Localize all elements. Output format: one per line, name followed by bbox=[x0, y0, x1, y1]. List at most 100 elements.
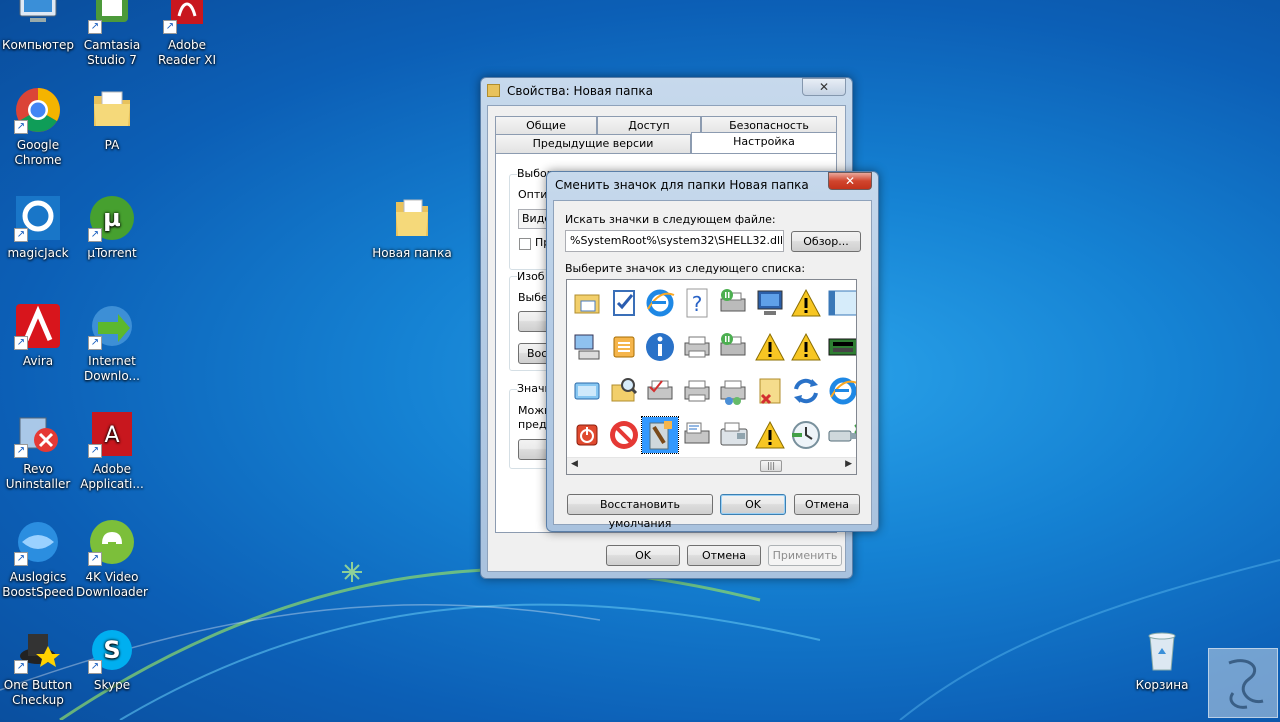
desktop-icon-recycle-bin[interactable]: Корзина bbox=[1124, 626, 1200, 693]
shortcut-arrow-icon: ↗ bbox=[14, 660, 28, 674]
window-icon[interactable] bbox=[825, 285, 856, 321]
tab-general[interactable]: Общие bbox=[495, 116, 597, 135]
desktop-icon-revo[interactable]: ↗ Revo Uninstaller bbox=[0, 410, 76, 492]
usb-icon[interactable] bbox=[825, 417, 856, 453]
desktop-icon-label: Adobe Applicati... bbox=[80, 462, 144, 491]
svg-text:µ: µ bbox=[103, 204, 121, 232]
scroll-left-arrow-icon[interactable]: ◀ bbox=[571, 459, 578, 469]
calendar-folder-icon[interactable] bbox=[569, 285, 605, 321]
change-icon-cancel-button[interactable]: Отмена bbox=[794, 494, 860, 515]
properties-cancel-button[interactable]: Отмена bbox=[687, 545, 761, 566]
properties-title: Свойства: Новая папка bbox=[507, 84, 653, 98]
desktop-icon-label: Adobe Reader XI bbox=[157, 38, 217, 67]
desktop-icon-idm[interactable]: ↗ Internet Downlo... bbox=[74, 302, 150, 384]
printer-icon[interactable] bbox=[679, 373, 715, 409]
warning-icon[interactable] bbox=[788, 285, 824, 321]
change-icon-titlebar[interactable]: Сменить значок для папки Новая папка ✕ bbox=[547, 172, 878, 198]
desktop-icon-pa[interactable]: PA bbox=[74, 86, 150, 153]
properties-ok-button[interactable]: OK bbox=[606, 545, 680, 566]
desktop-icon-adobe-reader[interactable]: ↗ Adobe Reader XI bbox=[149, 0, 225, 68]
internet-explorer-icon[interactable] bbox=[825, 373, 856, 409]
file-path-field[interactable]: %SystemRoot%\system32\SHELL32.dll bbox=[565, 230, 784, 252]
svg-text:A: A bbox=[104, 423, 119, 448]
desktop-icon-label: Skype bbox=[93, 678, 131, 692]
desktop-icon-label: Google Chrome bbox=[14, 138, 62, 167]
printer-share-icon[interactable] bbox=[715, 373, 751, 409]
printer-check-icon[interactable] bbox=[642, 373, 678, 409]
printer-network-icon[interactable] bbox=[715, 285, 751, 321]
clock-icon[interactable] bbox=[788, 417, 824, 453]
change-icon-body: Искать значки в следующем файле: %System… bbox=[553, 200, 872, 530]
help-icon[interactable]: ? bbox=[679, 285, 715, 321]
desktop-icon-magicjack[interactable]: ↗ magicJack bbox=[0, 194, 76, 261]
printer-network-icon[interactable] bbox=[715, 329, 751, 365]
info-icon[interactable] bbox=[642, 329, 678, 365]
desktop-icon-auslogics[interactable]: ↗ Auslogics BoostSpeed bbox=[0, 518, 76, 600]
restore-defaults-button[interactable]: Восстановить умолчания bbox=[567, 494, 713, 530]
properties-close-button[interactable]: ✕ bbox=[802, 78, 846, 96]
browse-button[interactable]: Обзор... bbox=[791, 231, 861, 252]
skype-icon: S ↗ bbox=[88, 626, 136, 674]
chrome-icon: ↗ bbox=[14, 86, 62, 134]
desktop-icon-adobe-app[interactable]: A ↗ Adobe Applicati... bbox=[74, 410, 150, 492]
tab-sharing[interactable]: Доступ bbox=[597, 116, 701, 135]
computer-monitor-icon[interactable] bbox=[752, 285, 788, 321]
change-icon-close-button[interactable]: ✕ bbox=[828, 172, 872, 190]
desktop-icon-camtasia[interactable]: ↗ Camtasia Studio 7 bbox=[74, 0, 150, 68]
warning-icon[interactable] bbox=[788, 329, 824, 365]
desktop-icon-label: Компьютер bbox=[2, 38, 74, 52]
refresh-icon[interactable] bbox=[788, 373, 824, 409]
desktop-icon-label: Revo Uninstaller bbox=[5, 462, 71, 491]
display-icon[interactable] bbox=[569, 373, 605, 409]
power-icon[interactable] bbox=[569, 417, 605, 453]
warning-icon[interactable] bbox=[752, 329, 788, 365]
icon-list[interactable]: ? ◀ ||| ▶ bbox=[566, 279, 857, 475]
shortcut-arrow-icon: ↗ bbox=[88, 20, 102, 34]
tab-previous-versions[interactable]: Предыдущие версии bbox=[495, 134, 691, 153]
desktop-icon-computer[interactable]: Компьютер bbox=[0, 0, 76, 53]
shortcut-arrow-icon: ↗ bbox=[88, 228, 102, 242]
properties-titlebar[interactable]: Свойства: Новая папка ✕ bbox=[481, 78, 852, 104]
svg-text:S: S bbox=[103, 636, 120, 664]
desktop-icon-utorrent[interactable]: µ ↗ µTorrent bbox=[74, 194, 150, 261]
folder-icon bbox=[388, 194, 436, 242]
internet-explorer-icon[interactable] bbox=[642, 285, 678, 321]
folder-delete-icon[interactable] bbox=[752, 373, 788, 409]
checklist-icon[interactable] bbox=[606, 285, 642, 321]
change-icon-dialog[interactable]: Сменить значок для папки Новая папка ✕ И… bbox=[546, 171, 879, 532]
horizontal-scrollbar[interactable]: ◀ ||| ▶ bbox=[567, 457, 856, 474]
paint-icon[interactable] bbox=[641, 416, 679, 454]
tab-customize[interactable]: Настройка bbox=[691, 132, 837, 153]
adobe-icon: A ↗ bbox=[88, 410, 136, 458]
scroll-thumb[interactable]: ||| bbox=[760, 460, 782, 472]
4k-video-icon: ↗ bbox=[88, 518, 136, 566]
desktop-icon-checkup[interactable]: ↗ One Button Checkup bbox=[0, 626, 76, 708]
desktop-icon-chrome[interactable]: ↗ Google Chrome bbox=[0, 86, 76, 168]
search-folder-icon[interactable] bbox=[606, 373, 642, 409]
desktop-icon-4k-video[interactable]: ↗ 4K Video Downloader bbox=[74, 518, 150, 600]
shortcut-arrow-icon: ↗ bbox=[88, 444, 102, 458]
icon-grid: ? bbox=[567, 280, 856, 458]
icon-list-label: Выберите значок из следующего списка: bbox=[565, 262, 806, 275]
warning-icon[interactable] bbox=[752, 417, 788, 453]
fax-printer-icon[interactable] bbox=[679, 417, 715, 453]
properties-apply-button[interactable]: Применить bbox=[768, 545, 842, 566]
network-computer-icon[interactable] bbox=[569, 329, 605, 365]
desktop-icon-avira[interactable]: ↗ Avira bbox=[0, 302, 76, 369]
desktop-icon-skype[interactable]: S ↗ Skype bbox=[74, 626, 150, 693]
scroll-right-arrow-icon[interactable]: ▶ bbox=[845, 459, 852, 469]
shortcut-arrow-icon: ↗ bbox=[14, 228, 28, 242]
no-entry-icon[interactable] bbox=[606, 417, 642, 453]
fax-icon[interactable] bbox=[715, 417, 751, 453]
subfolders-checkbox[interactable] bbox=[519, 238, 531, 250]
change-icon-ok-button[interactable]: OK bbox=[720, 494, 786, 515]
desktop-icon-label: µTorrent bbox=[87, 246, 137, 260]
printer-icon[interactable] bbox=[679, 329, 715, 365]
stack-icon[interactable] bbox=[606, 329, 642, 365]
camtasia-icon: ↗ bbox=[88, 0, 136, 34]
network-cards-icon[interactable] bbox=[825, 329, 856, 365]
auslogics-icon: ↗ bbox=[14, 518, 62, 566]
desktop-icon-new-folder[interactable]: Новая папка bbox=[372, 194, 452, 261]
watermark-logo bbox=[1208, 648, 1278, 718]
shortcut-arrow-icon: ↗ bbox=[88, 336, 102, 350]
